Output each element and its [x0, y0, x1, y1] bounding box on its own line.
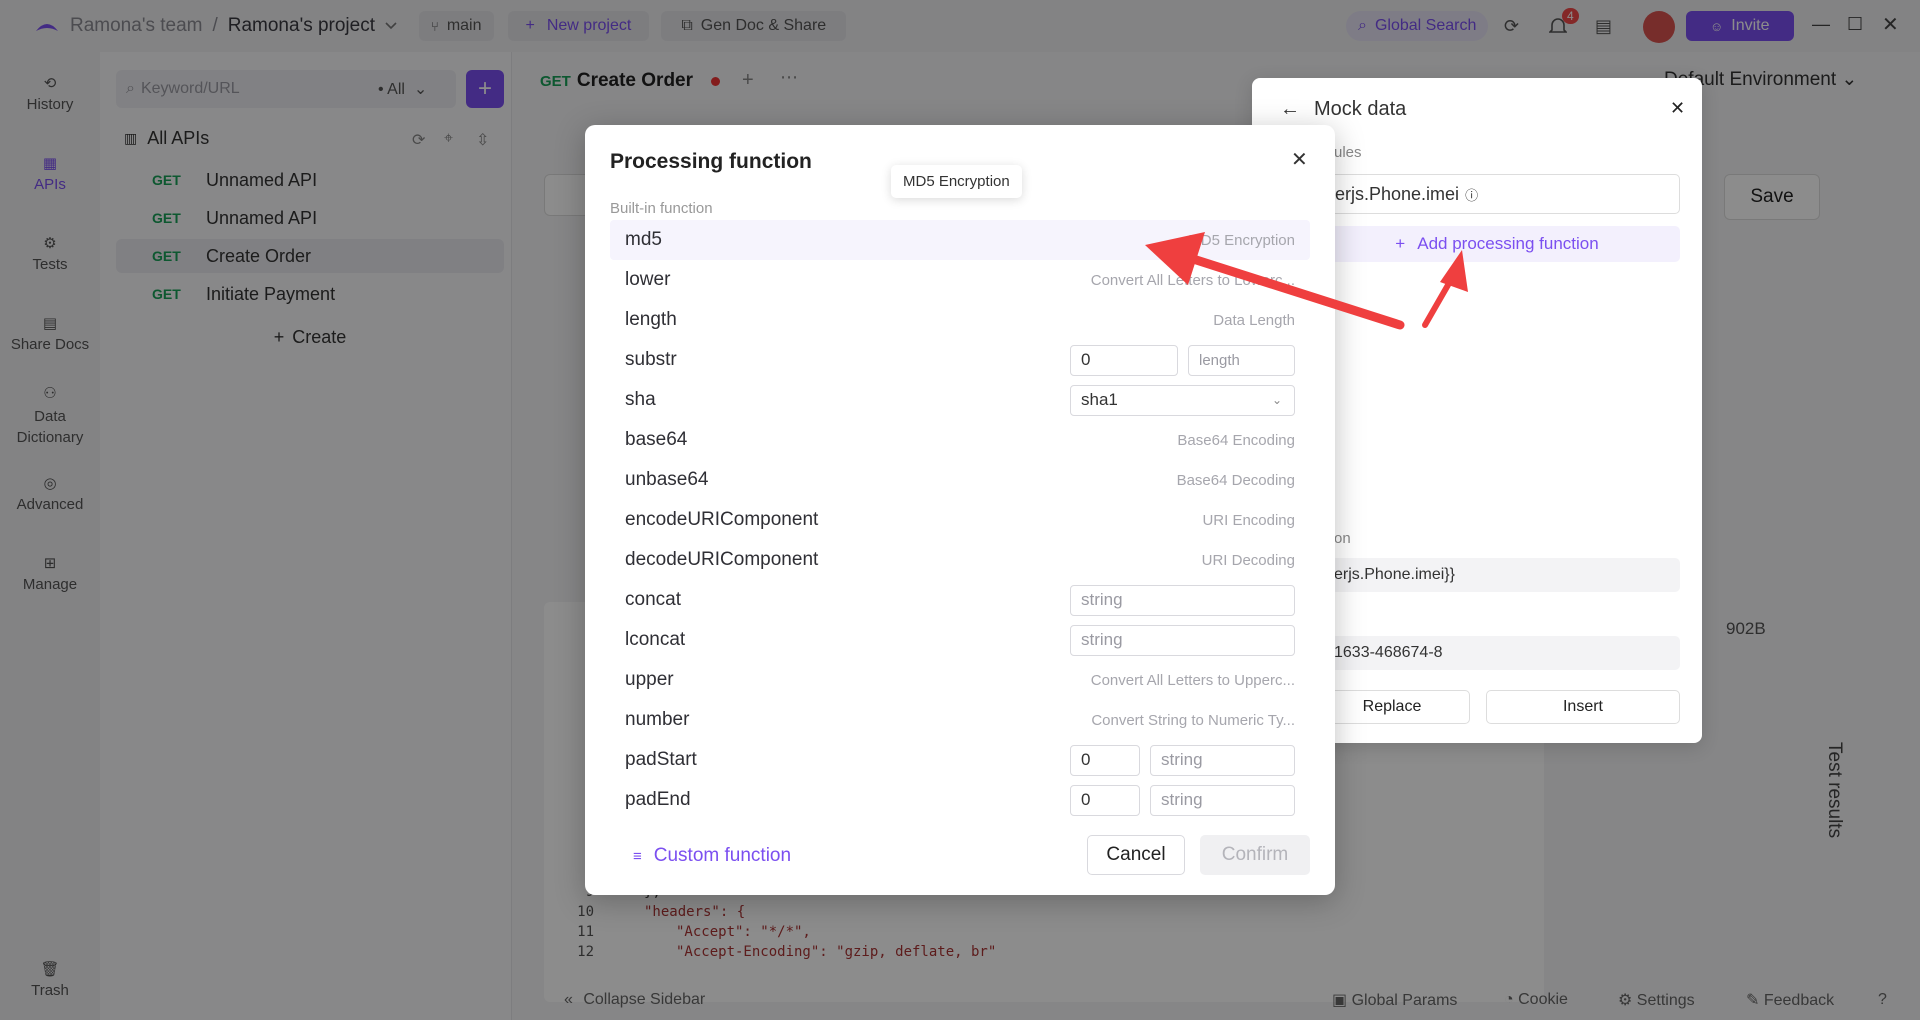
lconcat-input[interactable]: string — [1070, 624, 1295, 656]
plus-icon: + — [1395, 234, 1406, 253]
function-row-unbase64[interactable]: unbase64 Base64 Decoding — [610, 460, 1310, 500]
function-row-padstart[interactable]: padStart 0 string — [610, 740, 1310, 780]
expression-field[interactable]: erjs.Phone.imei}} — [1314, 558, 1680, 592]
function-row-length[interactable]: length Data Length — [610, 300, 1310, 340]
padend-string-input[interactable]: string — [1150, 784, 1295, 816]
function-row-number[interactable]: number Convert String to Numeric Ty... — [610, 700, 1310, 740]
close-icon[interactable]: ✕ — [1670, 98, 1685, 119]
function-row-substr[interactable]: substr 0 length — [610, 340, 1310, 380]
function-row-md5[interactable]: md5 MD5 Encryption — [610, 220, 1310, 260]
function-row-base64[interactable]: base64 Base64 Encoding — [610, 420, 1310, 460]
function-row-lconcat[interactable]: lconcat string — [610, 620, 1310, 660]
substr-start-input[interactable]: 0 — [1070, 344, 1178, 376]
padstart-length-input[interactable]: 0 — [1070, 744, 1140, 776]
sha-select[interactable]: sha1 ⌄ — [1070, 384, 1295, 416]
dialog-title: Processing function — [610, 150, 812, 173]
mock-header: ← Mock data — [1280, 98, 1407, 121]
close-icon[interactable]: ✕ — [1291, 147, 1308, 172]
rule-select[interactable]: erjs.Phone.imei ⓘ — [1314, 174, 1680, 214]
chevron-down-icon: ⌄ — [1271, 393, 1282, 407]
back-arrow-icon[interactable]: ← — [1280, 98, 1300, 121]
preview-field: 1633-468674-8 — [1314, 636, 1680, 670]
section-label: Built-in function — [610, 200, 713, 217]
add-processing-function-button[interactable]: + Add processing function — [1314, 226, 1680, 262]
rules-label: ules — [1334, 144, 1362, 161]
padstart-string-input[interactable]: string — [1150, 744, 1295, 776]
function-row-sha[interactable]: sha sha1 ⌄ — [610, 380, 1310, 420]
padend-length-input[interactable]: 0 — [1070, 784, 1140, 816]
processing-function-dialog: Processing function ✕ Built-in function … — [585, 125, 1335, 895]
insert-button[interactable]: Insert — [1486, 690, 1680, 724]
function-row-upper[interactable]: upper Convert All Letters to Upperc... — [610, 660, 1310, 700]
replace-button[interactable]: Replace — [1314, 690, 1470, 724]
custom-function-link[interactable]: ≡ Custom function — [633, 845, 791, 867]
function-row-padend[interactable]: padEnd 0 string — [610, 780, 1310, 820]
cancel-button[interactable]: Cancel — [1087, 835, 1185, 875]
function-row-concat[interactable]: concat string — [610, 580, 1310, 620]
info-icon: ⓘ — [1465, 187, 1479, 203]
function-row-decodeuricomponent[interactable]: decodeURIComponent URI Decoding — [610, 540, 1310, 580]
expression-label: on — [1334, 530, 1351, 547]
function-row-encodeuricomponent[interactable]: encodeURIComponent URI Encoding — [610, 500, 1310, 540]
confirm-button[interactable]: Confirm — [1200, 835, 1310, 875]
tooltip: MD5 Encryption — [891, 165, 1022, 198]
list-icon: ≡ — [633, 847, 642, 865]
substr-length-input[interactable]: length — [1188, 344, 1295, 376]
concat-input[interactable]: string — [1070, 584, 1295, 616]
function-row-lower[interactable]: lower Convert All Letters to Lowerc... — [610, 260, 1310, 300]
